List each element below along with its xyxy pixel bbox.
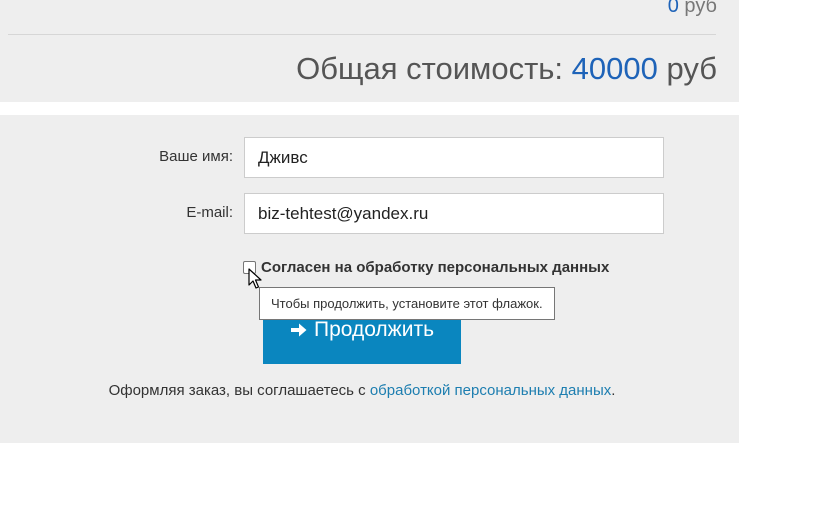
total-cost-amount: 40000	[571, 51, 658, 86]
agreement-note-prefix: Оформляя заказ, вы соглашаетесь с	[108, 382, 366, 399]
email-field-label: E-mail:	[186, 204, 233, 221]
arrow-right-icon	[290, 323, 307, 337]
agreement-note-suffix: .	[611, 382, 616, 399]
validation-tooltip-text: Чтобы продолжить, установите этот флажок…	[271, 296, 543, 311]
email-field[interactable]	[244, 193, 664, 234]
personal-data-link[interactable]: обработкой персональных данных	[370, 382, 611, 399]
consent-label[interactable]: Согласен на обработку персональных данны…	[261, 259, 609, 276]
cart-summary-panel: 0 руб Общая стоимость: 40000 руб	[0, 0, 739, 102]
mouse-pointer-icon	[248, 268, 262, 289]
partial-price-value: 0	[667, 0, 679, 17]
validation-tooltip: Чтобы продолжить, установите этот флажок…	[259, 287, 555, 320]
continue-button-label: Продолжить	[313, 318, 435, 341]
name-field[interactable]	[244, 137, 664, 178]
total-cost-currency: руб	[666, 51, 718, 86]
agreement-note: Оформляя заказ, вы соглашаетесь с обрабо…	[0, 382, 724, 399]
partial-price-line: 0 руб	[668, 0, 717, 18]
consent-checkbox-row[interactable]: Согласен на обработку персональных данны…	[243, 258, 609, 276]
total-cost-label: Общая стоимость:	[296, 51, 564, 86]
summary-divider	[8, 34, 716, 35]
partial-price-currency: руб	[684, 0, 717, 17]
name-field-label: Ваше имя:	[159, 148, 233, 165]
total-cost-line: Общая стоимость: 40000 руб	[296, 50, 717, 88]
order-form-panel: Ваше имя: E-mail: Согласен на обработку …	[0, 115, 739, 443]
